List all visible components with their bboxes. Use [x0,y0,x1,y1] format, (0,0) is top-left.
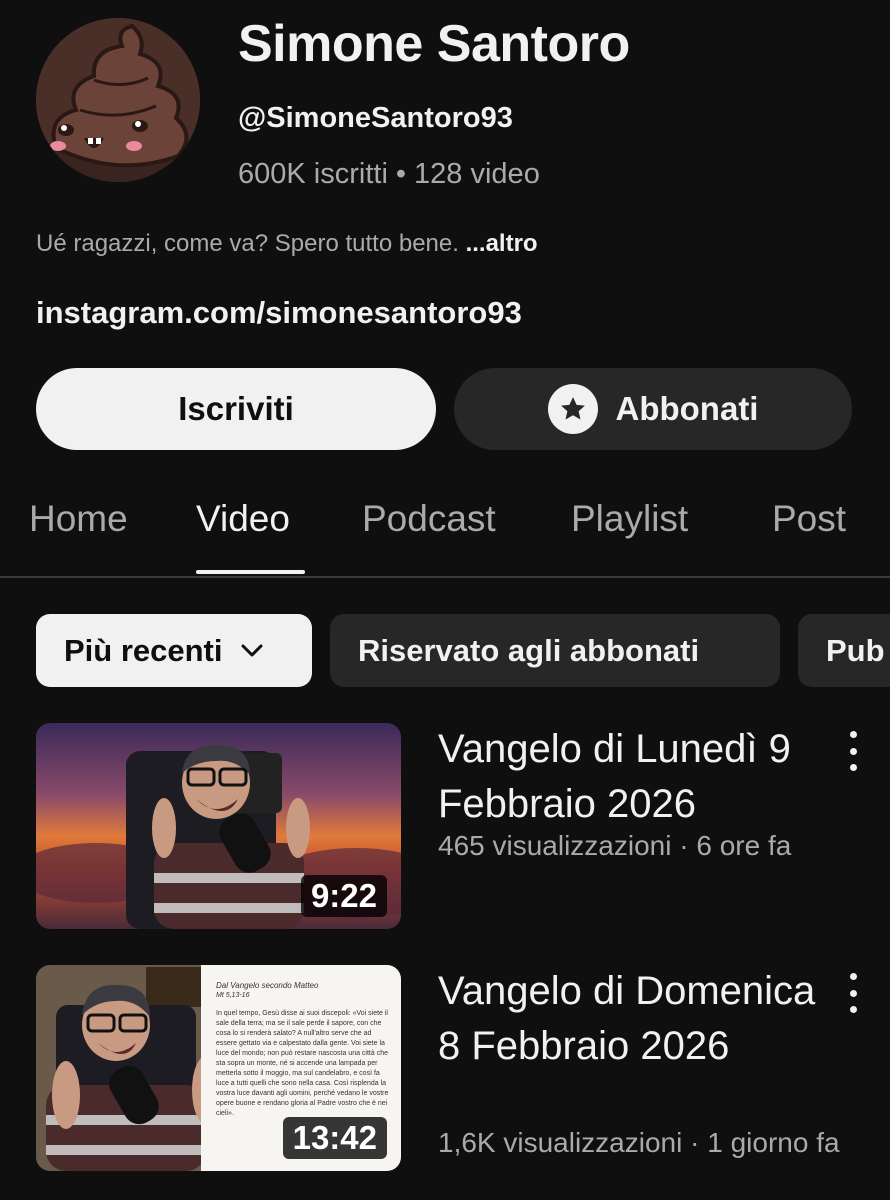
video-duration: 9:22 [300,875,387,917]
video-title[interactable]: Vangelo di Lunedì 9 Febbraio 2026 [438,722,838,832]
video-meta: 1,6K visualizzazioni · 1 giorno fa [438,1127,840,1158]
gospel-heading: Dal Vangelo secondo Matteo [216,981,319,990]
channel-name: Simone Santoro [238,15,630,73]
tab-podcast[interactable]: Podcast [362,498,496,540]
tabs-divider [0,576,890,578]
tab-video[interactable]: Video [196,498,290,540]
channel-link[interactable]: instagram.com/simonesantoro93 [36,295,522,331]
filter-chip-public[interactable]: Pub [798,614,890,687]
channel-avatar[interactable] [36,18,200,182]
channel-stats: 600K iscritti • 128 video [238,158,540,191]
stats-separator: • [395,158,407,190]
gospel-body: In quel tempo, Gesù disse ai suoi discep… [216,1010,389,1117]
tab-playlist[interactable]: Playlist [571,498,688,540]
chevron-down-icon [241,644,263,658]
video-meta: 465 visualizzazioni · 6 ore fa [438,830,792,861]
more-options-icon[interactable] [842,731,864,771]
gospel-reference: Mt 5,13-16 [216,992,250,999]
filter-chip-members[interactable]: Riservato agli abbonati [330,614,780,687]
members-chip-label: Riservato agli abbonati [358,632,700,668]
subscribe-label: Iscriviti [178,390,294,427]
video-title[interactable]: Vangelo di Domenica 8 Febbraio 2026 [438,964,838,1074]
channel-handle: @SimoneSantoro93 [238,102,513,134]
description-more-link[interactable]: ...altro [466,230,538,257]
channel-description[interactable]: Ué ragazzi, come va? Spero tutto bene. .… [36,230,538,258]
join-label: Abbonati [615,390,759,427]
sort-label: Più recenti [64,632,223,668]
description-text: Ué ragazzi, come va? Spero tutto bene. [36,230,459,257]
video-duration: 13:42 [282,1117,387,1159]
subscriber-count: 600K iscritti [238,158,388,190]
join-button[interactable]: Abbonati [454,368,852,450]
subscribe-button[interactable]: Iscriviti [36,368,436,450]
tab-home[interactable]: Home [29,498,128,540]
star-badge-icon [547,384,598,434]
public-chip-label: Pub [826,632,885,668]
tab-post[interactable]: Post [772,498,846,540]
video-thumbnail[interactable]: Dal Vangelo secondo Matteo Mt 5,13-16 In… [36,965,401,1171]
channel-tabs: Home Video Podcast Playlist Post [0,498,890,576]
active-tab-indicator [196,570,305,574]
more-options-icon[interactable] [842,973,864,1013]
poop-mascot-avatar-icon [36,18,200,182]
video-thumbnail[interactable]: 9:22 [36,723,401,929]
video-count: 128 video [414,158,540,190]
sort-dropdown-chip[interactable]: Più recenti [36,614,312,687]
